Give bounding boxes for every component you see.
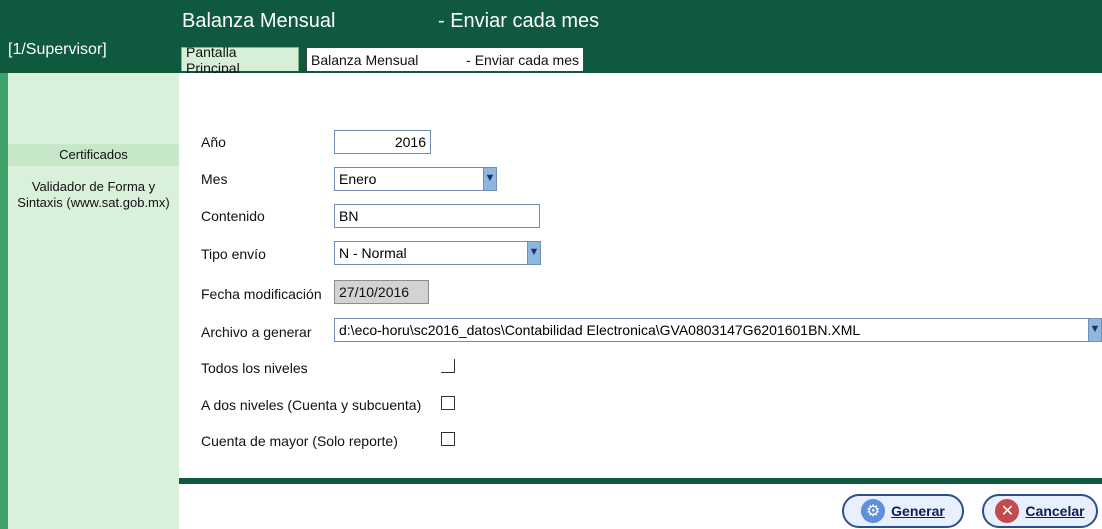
cancel-label: Cancelar: [1025, 503, 1085, 519]
tab-label: Pantalla Principal: [186, 43, 240, 76]
modified-value: 27/10/2016: [339, 284, 410, 300]
gear-icon: ⚙: [861, 499, 886, 523]
year-field[interactable]: 2016: [334, 130, 431, 154]
cancel-button[interactable]: ✕ Cancelar: [982, 494, 1098, 528]
month-label: Mes: [201, 171, 228, 187]
dropdown-arrow-icon[interactable]: ▼: [527, 241, 541, 265]
send-type-value: N - Normal: [339, 245, 407, 261]
window-subtitle: - Enviar cada mes: [438, 10, 600, 32]
option-all-levels-label: Todos los niveles: [201, 360, 308, 376]
file-combo[interactable]: d:\eco-horu\sc2016_datos\Contabilidad El…: [334, 318, 1102, 342]
sidebar-item-validador[interactable]: Validador de Forma y Sintaxis (www.sat.g…: [8, 177, 179, 229]
generate-button[interactable]: ⚙ Generar: [842, 494, 964, 528]
modified-label: Fecha modificación: [201, 286, 322, 302]
send-type-select[interactable]: N - Normal ▼: [334, 241, 541, 265]
checkbox-all-levels[interactable]: [441, 359, 455, 373]
window-title: Balanza Mensual: [182, 10, 336, 32]
tab-label: - Enviar cada mes: [466, 51, 579, 68]
file-label: Archivo a generar: [201, 324, 312, 340]
dropdown-arrow-icon[interactable]: ▼: [1088, 318, 1102, 342]
option-major-account-label: Cuenta de mayor (Solo reporte): [201, 433, 398, 449]
separator: [179, 478, 1102, 484]
sidebar-item-label: Validador de Forma y Sintaxis (www.sat.g…: [17, 179, 170, 210]
modified-field: 27/10/2016: [334, 280, 429, 304]
month-value: Enero: [339, 171, 377, 187]
file-value: d:\eco-horu\sc2016_datos\Contabilidad El…: [339, 322, 861, 338]
user-label: [1/Supervisor]: [8, 41, 107, 58]
send-type-label: Tipo envío: [201, 246, 266, 262]
tab-balanza-mensual[interactable]: Balanza Mensual - Enviar cada mes: [306, 47, 584, 71]
sidebar-item-certificados[interactable]: Certificados: [8, 144, 179, 166]
tab-label: Balanza Mensual: [311, 51, 419, 68]
dropdown-arrow-icon[interactable]: ▼: [483, 167, 497, 191]
content-value: BN: [339, 208, 359, 224]
content-label: Contenido: [201, 208, 265, 224]
content-field[interactable]: BN: [334, 204, 540, 228]
generate-label: Generar: [891, 503, 945, 519]
month-select[interactable]: Enero ▼: [334, 167, 497, 191]
checkbox-two-levels[interactable]: [441, 396, 455, 410]
close-icon: ✕: [995, 499, 1020, 523]
year-value: 2016: [394, 134, 426, 150]
checkbox-major-account[interactable]: [441, 432, 455, 446]
year-label: Año: [201, 134, 226, 150]
option-two-levels-label: A dos niveles (Cuenta y subcuenta): [201, 397, 422, 413]
sidebar-item-label: Certificados: [59, 147, 128, 162]
tab-pantalla-principal[interactable]: Pantalla Principal: [181, 44, 299, 76]
sidebar-panel: [8, 73, 181, 529]
